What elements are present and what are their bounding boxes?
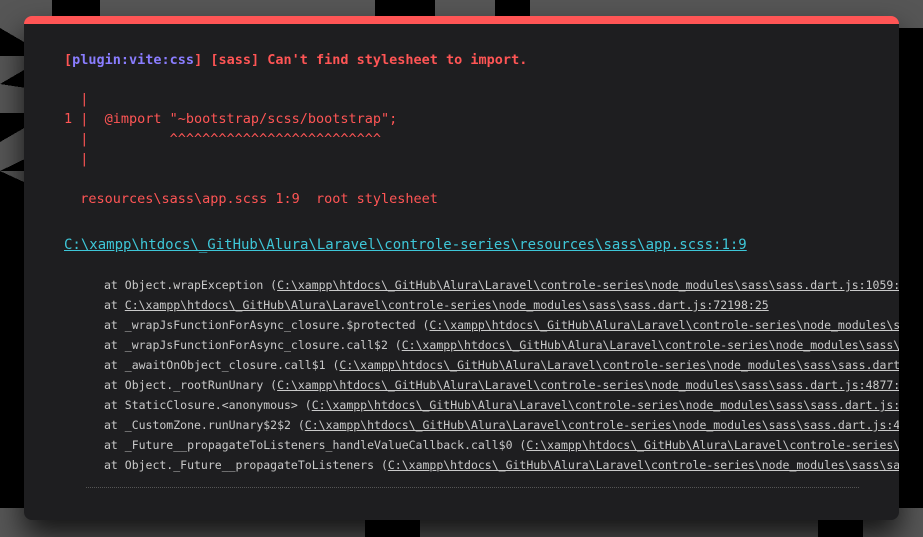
overlay-footer: Click outside or fix the code to dismiss… xyxy=(24,502,899,520)
stack-frame-label: at _Future__propagateToListeners_handleV… xyxy=(104,438,527,452)
message-close-bracket: ] xyxy=(194,52,203,68)
stack-frame-label: at Object._Future__propagateToListeners … xyxy=(104,458,388,472)
stack-trace-line: at Object.wrapException (C:\xampp\htdocs… xyxy=(104,275,899,295)
stack-trace-line: at Object._rootRunUnary (C:\xampp\htdocs… xyxy=(104,375,899,395)
stack-frame-link[interactable]: C:\xampp\htdocs\_GitHub\Alura\Laravel\co… xyxy=(277,278,899,292)
stack-frame-link[interactable]: C:\xampp\htdocs\_GitHub\Alura\Laravel\co… xyxy=(339,358,899,372)
stack-trace-line: at _wrapJsFunctionForAsync_closure.call$… xyxy=(104,335,899,355)
stack-frame-link[interactable]: C:\xampp\htdocs\_GitHub\Alura\Laravel\co… xyxy=(312,398,899,412)
stack-trace-line: at C:\xampp\htdocs\_GitHub\Alura\Laravel… xyxy=(104,295,899,315)
stack-frame-label: at StaticClosure.<anonymous> ( xyxy=(104,398,312,412)
stack-frame-link[interactable]: C:\xampp\htdocs\_GitHub\Alura\Laravel\co… xyxy=(402,338,899,352)
overlay-divider xyxy=(86,487,859,488)
overlay-body: [plugin:vite:css] [sass] Can't find styl… xyxy=(24,24,899,520)
stack-frame-label: at _wrapJsFunctionForAsync_closure.call$… xyxy=(104,338,402,352)
stack-frame-label: at Object.wrapException ( xyxy=(104,278,278,292)
stack-frame-link[interactable]: C:\xampp\htdocs\_GitHub\Alura\Laravel\co… xyxy=(526,438,899,452)
code-frame: | 1 | @import "~bootstrap/scss/bootstrap… xyxy=(64,91,438,207)
stack-frame-label: at _wrapJsFunctionForAsync_closure.$prot… xyxy=(104,318,430,332)
stack-trace-line: at _awaitOnObject_closure.call$1 (C:\xam… xyxy=(104,355,899,375)
stack-trace-line: at _Future__propagateToListeners_handleV… xyxy=(104,435,899,455)
stack-trace-line: at Object._Future__propagateToListeners … xyxy=(104,455,899,475)
stack-frame-link[interactable]: C:\xampp\htdocs\_GitHub\Alura\Laravel\co… xyxy=(125,298,769,312)
stack-trace-line: at _wrapJsFunctionForAsync_closure.$prot… xyxy=(104,315,899,335)
stack-trace-line: at StaticClosure.<anonymous> (C:\xampp\h… xyxy=(104,395,899,415)
vite-error-overlay: [plugin:vite:css] [sass] Can't find styl… xyxy=(24,16,899,520)
error-message: [plugin:vite:css] [sass] Can't find styl… xyxy=(64,50,883,70)
stack-trace: at Object.wrapException (C:\xampp\htdocs… xyxy=(24,275,899,475)
screen: [plugin:vite:css] [sass] Can't find styl… xyxy=(0,0,923,537)
message-plugin-name: plugin:vite:css xyxy=(72,52,195,68)
message-open-bracket: [ xyxy=(64,52,73,68)
stack-trace-line: at _CustomZone.runUnary$2$2 (C:\xampp\ht… xyxy=(104,415,899,435)
stack-frame-label: at _awaitOnObject_closure.call$1 ( xyxy=(104,358,340,372)
stack-frame-link[interactable]: C:\xampp\htdocs\_GitHub\Alura\Laravel\co… xyxy=(305,418,899,432)
stack-frame-label: at Object._rootRunUnary ( xyxy=(104,378,278,392)
message-sass-tag: [sass] xyxy=(202,52,268,68)
stack-frame-link[interactable]: C:\xampp\htdocs\_GitHub\Alura\Laravel\co… xyxy=(277,378,899,392)
stack-frame-link[interactable]: C:\xampp\htdocs\_GitHub\Alura\Laravel\co… xyxy=(429,318,899,332)
message-text: Can't find stylesheet to import. xyxy=(267,52,528,68)
stack-frame-label: at xyxy=(104,298,125,312)
stack-frame-link[interactable]: C:\xampp\htdocs\_GitHub\Alura\Laravel\co… xyxy=(388,458,899,472)
error-file-link[interactable]: C:\xampp\htdocs\_GitHub\Alura\Laravel\co… xyxy=(64,235,747,255)
stack-frame-label: at _CustomZone.runUnary$2$2 ( xyxy=(104,418,305,432)
overlay-message-section: [plugin:vite:css] [sass] Can't find styl… xyxy=(24,50,899,255)
